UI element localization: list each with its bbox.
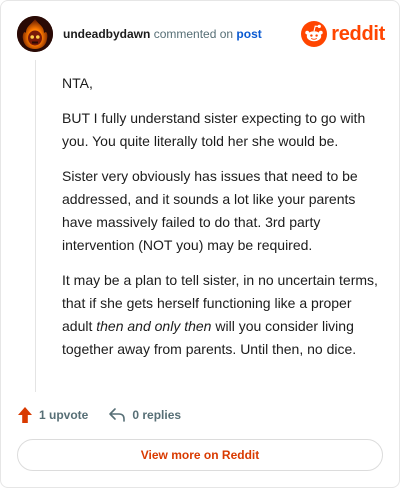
upvote-arrow-icon: [18, 407, 32, 423]
comment-paragraph: BUT I fully understand sister expecting …: [62, 107, 382, 153]
reply-count: 0 replies: [132, 408, 182, 422]
thread-line: [35, 60, 36, 392]
comment-italic-text: then and only then: [96, 318, 212, 334]
comment-body: NTA, BUT I fully understand sister expect…: [62, 72, 382, 373]
comment-actions: 1 upvote 0 replies: [17, 405, 201, 425]
upvote-button[interactable]: 1 upvote: [17, 406, 88, 424]
comment-text: Sister very obviously has issues that ne…: [62, 168, 358, 253]
view-more-button[interactable]: View more on Reddit: [17, 439, 383, 471]
reddit-wordmark: reddit: [331, 22, 385, 45]
upvote-count: 1 upvote: [39, 408, 89, 422]
reply-button[interactable]: 0 replies: [108, 407, 181, 423]
comment-paragraph: Sister very obviously has issues that ne…: [62, 165, 382, 257]
username-link[interactable]: undeadbydawn: [63, 27, 150, 41]
commented-on-text: commented on: [153, 27, 234, 41]
comment-paragraph: It may be a plan to tell sister, in no u…: [62, 269, 382, 361]
comment-text: BUT I fully understand sister expecting …: [62, 110, 366, 149]
comment-embed-card: undeadbydawn commented on post reddit NT…: [0, 0, 400, 488]
reddit-logo[interactable]: reddit: [301, 20, 385, 48]
reply-arrow-icon: [109, 408, 126, 422]
comment-text: NTA,: [62, 75, 93, 91]
comment-byline: undeadbydawn commented on post: [63, 27, 262, 41]
reddit-snoo-icon: [301, 21, 328, 47]
post-link[interactable]: post: [236, 27, 261, 41]
flaming-skull-avatar-icon: [17, 16, 53, 52]
comment-header: undeadbydawn commented on post reddit: [17, 16, 385, 52]
comment-paragraph: NTA,: [62, 72, 382, 95]
user-avatar[interactable]: [17, 16, 53, 52]
